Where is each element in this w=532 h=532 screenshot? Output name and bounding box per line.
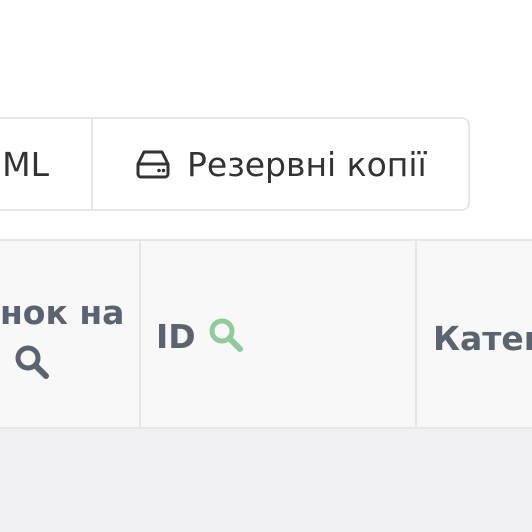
export-xml-label: ML — [2, 144, 49, 184]
search-icon[interactable] — [14, 344, 50, 380]
hard-drive-icon — [136, 150, 170, 179]
column-divider — [415, 241, 417, 427]
backups-label: Резервні копії — [187, 144, 427, 184]
search-icon[interactable] — [208, 317, 244, 353]
table-header: нок на ID Катег — [0, 239, 532, 429]
column-header-category: Катег — [433, 319, 532, 358]
export-xml-button[interactable]: ML — [0, 119, 93, 209]
column-header-id: ID — [156, 317, 196, 356]
column-header-label: нок на — [0, 293, 125, 332]
table-body — [0, 429, 532, 532]
toolbar: ML Резервні копії — [0, 117, 470, 211]
column-divider — [139, 241, 141, 427]
backups-button[interactable]: Резервні копії — [93, 119, 468, 209]
